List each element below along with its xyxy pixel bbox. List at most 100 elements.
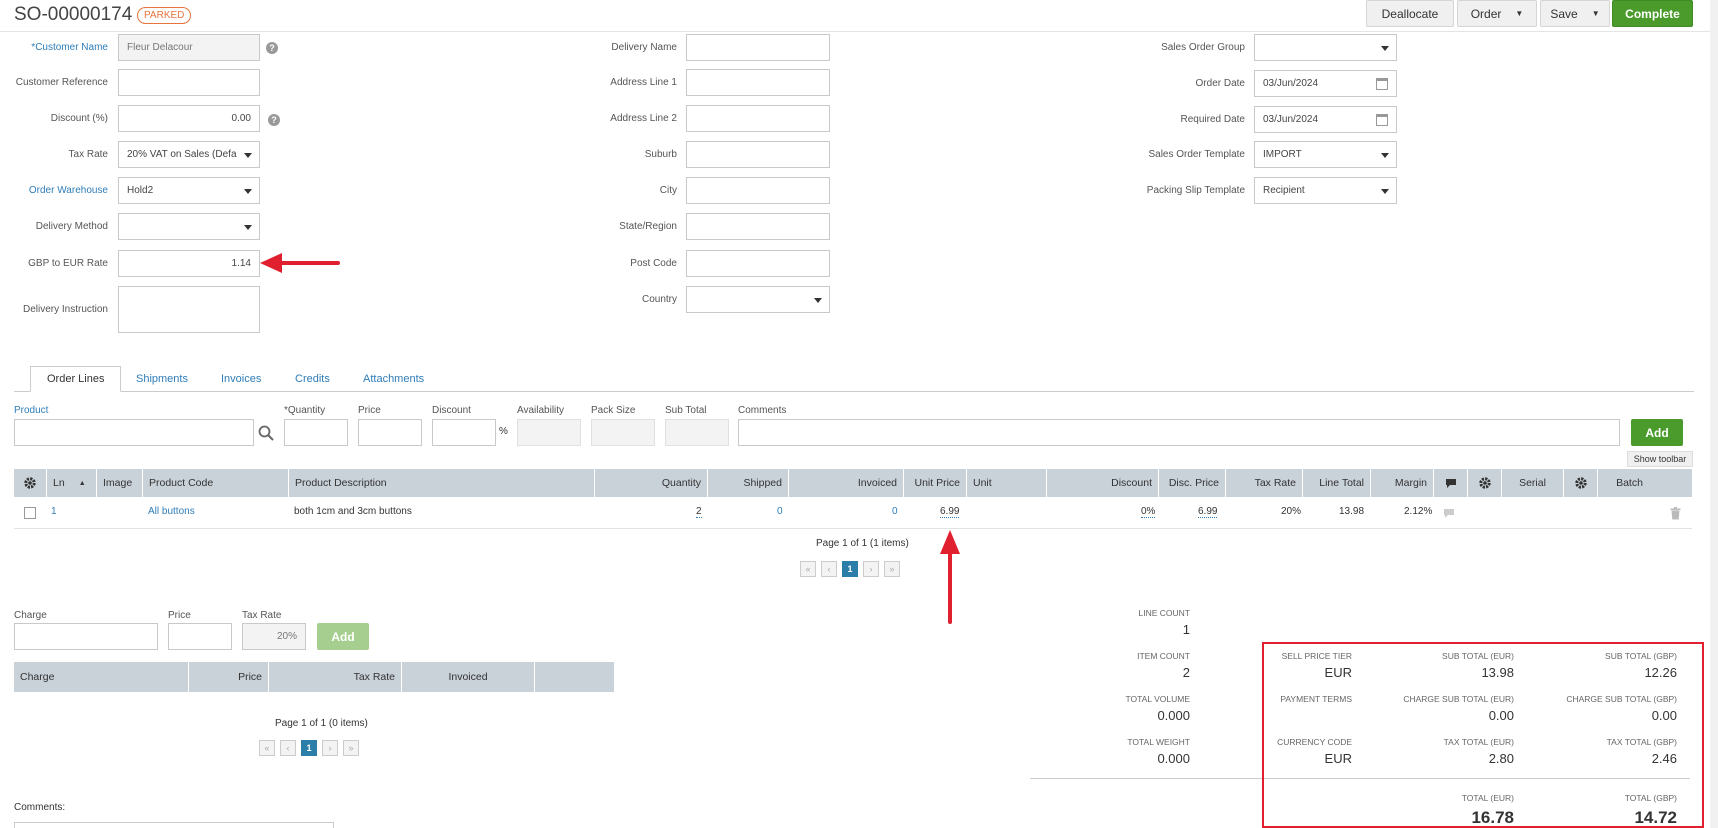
- customer-name-field[interactable]: Fleur Delacour: [118, 34, 260, 61]
- row-disc-price[interactable]: 6.99: [1198, 506, 1218, 518]
- row-discount[interactable]: 0%: [1141, 506, 1156, 518]
- col-ln[interactable]: Ln ▲: [46, 469, 96, 497]
- quantity-input[interactable]: [284, 419, 348, 446]
- country-select[interactable]: [686, 286, 830, 313]
- col-line-total[interactable]: Line Total: [1302, 469, 1370, 497]
- required-date-field[interactable]: 03/Jun/2024: [1254, 106, 1397, 133]
- tab-attachments[interactable]: Attachments: [347, 366, 440, 392]
- state-region-field[interactable]: [686, 213, 830, 240]
- gear-icon[interactable]: [23, 476, 37, 490]
- charges-col-tax-rate[interactable]: Tax Rate: [268, 662, 401, 692]
- add-line-button[interactable]: Add: [1631, 419, 1683, 446]
- save-button[interactable]: Save ▼: [1540, 0, 1610, 27]
- next-page-button[interactable]: ›: [322, 740, 338, 756]
- order-button[interactable]: Order ▼: [1457, 0, 1537, 27]
- col-batch-settings[interactable]: [1563, 469, 1597, 497]
- deallocate-label: Deallocate: [1381, 6, 1439, 21]
- charge-price-input[interactable]: [168, 623, 232, 650]
- discount-input[interactable]: [432, 419, 496, 446]
- search-icon[interactable]: [258, 425, 274, 441]
- row-quantity[interactable]: 2: [696, 506, 702, 518]
- comments-input[interactable]: [738, 419, 1620, 446]
- col-product-code[interactable]: Product Code: [142, 469, 288, 497]
- calendar-icon[interactable]: [1376, 78, 1388, 90]
- sub-total-label: Sub Total: [665, 405, 707, 416]
- col-product-description[interactable]: Product Description: [288, 469, 594, 497]
- charges-col-price[interactable]: Price: [188, 662, 268, 692]
- col-discount[interactable]: Discount: [1046, 469, 1158, 497]
- sort-asc-icon: ▲: [78, 479, 86, 487]
- col-disc-price[interactable]: Disc. Price: [1158, 469, 1225, 497]
- first-page-button[interactable]: «: [259, 740, 275, 756]
- tab-shipments[interactable]: Shipments: [120, 366, 204, 392]
- col-batch[interactable]: Batch: [1597, 469, 1661, 497]
- trash-icon[interactable]: [1670, 507, 1681, 520]
- customer-name-label: *Customer Name: [31, 42, 108, 53]
- last-page-button[interactable]: »: [884, 561, 900, 577]
- last-page-button[interactable]: »: [343, 740, 359, 756]
- tab-credits[interactable]: Credits: [279, 366, 346, 392]
- scrollbar[interactable]: [1710, 0, 1718, 828]
- row-product-code-link[interactable]: All buttons: [148, 506, 195, 517]
- sales-order-template-select[interactable]: IMPORT: [1254, 141, 1397, 168]
- complete-button[interactable]: Complete: [1612, 0, 1693, 27]
- help-icon[interactable]: ?: [268, 114, 280, 126]
- col-comments[interactable]: [1433, 469, 1467, 497]
- col-serial[interactable]: Serial: [1501, 469, 1563, 497]
- comments-textarea[interactable]: [14, 822, 334, 828]
- product-search-input[interactable]: [14, 419, 254, 446]
- col-margin[interactable]: Margin: [1370, 469, 1433, 497]
- total-weight-label: TOTAL WEIGHT: [1127, 737, 1190, 747]
- pack-size-label: Pack Size: [591, 405, 636, 416]
- calendar-icon[interactable]: [1376, 114, 1388, 126]
- col-shipped[interactable]: Shipped: [707, 469, 788, 497]
- sales-order-group-select[interactable]: [1254, 34, 1397, 61]
- delivery-instruction-field[interactable]: [118, 286, 260, 333]
- col-image[interactable]: Image: [96, 469, 142, 497]
- col-unit-price[interactable]: Unit Price: [903, 469, 966, 497]
- product-label[interactable]: Product: [14, 405, 48, 416]
- charges-col-charge[interactable]: Charge: [14, 662, 188, 692]
- order-date-field[interactable]: 03/Jun/2024: [1254, 70, 1397, 97]
- show-toolbar-button[interactable]: Show toolbar: [1627, 451, 1693, 467]
- deallocate-button[interactable]: Deallocate: [1366, 0, 1454, 27]
- delivery-method-select[interactable]: [118, 213, 260, 240]
- customer-reference-field[interactable]: [118, 69, 260, 96]
- row-checkbox[interactable]: [24, 507, 36, 519]
- row-shipped[interactable]: 0: [777, 506, 783, 517]
- next-page-button[interactable]: ›: [863, 561, 879, 577]
- post-code-field[interactable]: [686, 250, 830, 277]
- order-warehouse-select[interactable]: Hold2: [118, 177, 260, 204]
- page-1-button[interactable]: 1: [842, 561, 858, 577]
- comment-icon[interactable]: [1443, 508, 1455, 519]
- col-unit[interactable]: Unit: [966, 469, 1046, 497]
- order-date-label: Order Date: [1195, 78, 1245, 89]
- charge-input[interactable]: [14, 623, 158, 650]
- suburb-field[interactable]: [686, 141, 830, 168]
- col-serial-settings[interactable]: [1467, 469, 1501, 497]
- gbp-eur-rate-field[interactable]: 1.14: [118, 250, 260, 277]
- prev-page-button[interactable]: ‹: [821, 561, 837, 577]
- tab-invoices[interactable]: Invoices: [205, 366, 277, 392]
- col-invoiced[interactable]: Invoiced: [788, 469, 903, 497]
- discount-field[interactable]: 0.00: [118, 105, 260, 132]
- add-charge-button[interactable]: Add: [317, 623, 369, 650]
- row-invoiced[interactable]: 0: [892, 506, 898, 517]
- first-page-button[interactable]: «: [800, 561, 816, 577]
- tab-order-lines[interactable]: Order Lines: [30, 366, 122, 392]
- address-line1-field[interactable]: [686, 69, 830, 96]
- tax-rate-select[interactable]: 20% VAT on Sales (Defa: [118, 141, 260, 168]
- charges-col-invoiced[interactable]: Invoiced: [401, 662, 534, 692]
- row-unit-price[interactable]: 6.99: [940, 506, 960, 518]
- price-input[interactable]: [358, 419, 422, 446]
- col-quantity[interactable]: Quantity: [594, 469, 707, 497]
- city-field[interactable]: [686, 177, 830, 204]
- packing-slip-template-select[interactable]: Recipient: [1254, 177, 1397, 204]
- help-icon[interactable]: ?: [266, 42, 278, 54]
- address-line2-field[interactable]: [686, 105, 830, 132]
- prev-page-button[interactable]: ‹: [280, 740, 296, 756]
- col-tax-rate[interactable]: Tax Rate: [1225, 469, 1302, 497]
- order-warehouse-label[interactable]: Order Warehouse: [14, 185, 108, 196]
- delivery-name-field[interactable]: [686, 34, 830, 61]
- page-1-button[interactable]: 1: [301, 740, 317, 756]
